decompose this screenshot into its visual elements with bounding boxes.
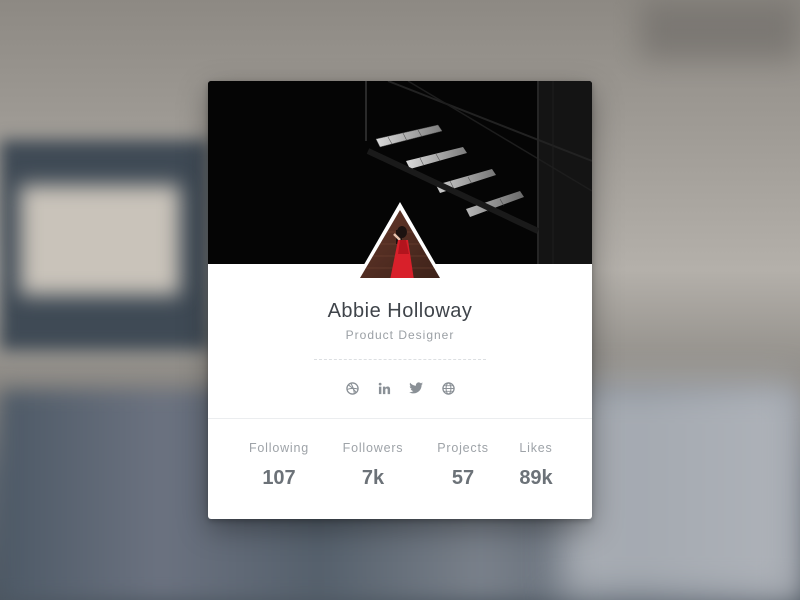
stat-following[interactable]: Following 107 [244,441,314,490]
social-links [208,381,592,397]
profile-card: Abbie Holloway Product Designer Followin… [208,81,592,519]
stat-value: 89k [519,467,553,489]
dribbble-icon[interactable] [345,381,359,395]
stat-value: 7k [361,467,385,489]
stat-projects[interactable]: Projects 57 [428,441,498,490]
linkedin-icon[interactable] [377,381,391,395]
profile-role: Product Designer [345,328,455,342]
profile-stats: Following 107 Followers 7k Projects 57 L… [208,441,592,501]
stat-label: Following [248,441,309,455]
stat-value: 57 [451,467,475,489]
stat-likes[interactable]: Likes 89k [504,441,568,490]
stat-label: Projects [437,441,489,455]
dashed-divider [314,359,486,360]
stat-followers[interactable]: Followers 7k [338,441,408,490]
globe-icon[interactable] [441,381,455,395]
avatar[interactable] [354,202,446,282]
stat-value: 107 [262,467,296,489]
profile-name: Abbie Holloway [327,300,473,322]
stat-label: Followers [342,441,404,455]
twitter-icon[interactable] [409,381,423,395]
section-separator [208,418,592,419]
stat-label: Likes [519,441,553,455]
